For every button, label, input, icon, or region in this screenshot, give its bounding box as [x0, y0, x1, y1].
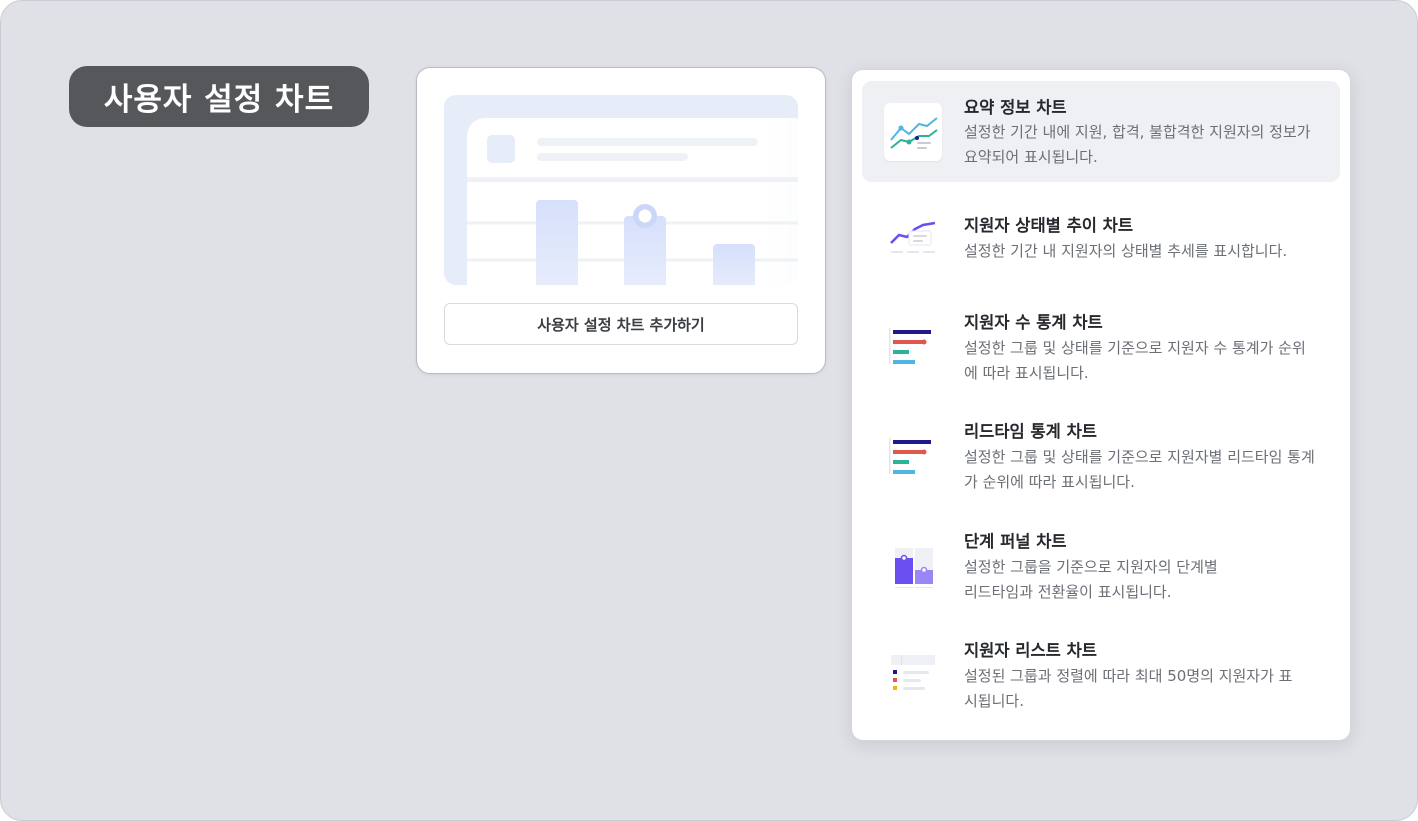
menu-item-applicant-count-chart[interactable]: 지원자 수 통계 차트 설정한 그룹 및 상태를 기준으로 지원자 수 통계가 …	[862, 297, 1340, 392]
summary-line-chart-icon	[884, 103, 942, 161]
menu-item-title: 지원자 수 통계 차트	[964, 313, 1103, 332]
menu-item-title: 리드타임 통계 차트	[964, 422, 1097, 441]
trend-line-chart-icon	[884, 208, 942, 266]
menu-item-description-line: 리드타임과 전환율이 표시됩니다.	[964, 583, 1172, 601]
menu-item-title: 지원자 상태별 추이 차트	[964, 216, 1134, 235]
horizontal-bar-chart-icon	[884, 427, 942, 485]
menu-item-description: 설정한 기간 내 지원자의 상태별 추세를 표시합니다.	[964, 242, 1288, 260]
chart-preview-card: 사용자 설정 차트 추가하기	[416, 67, 826, 374]
funnel-chart-icon	[884, 537, 942, 595]
menu-item-leadtime-chart[interactable]: 리드타임 통계 차트 설정한 그룹 및 상태를 기준으로 지원자별 리드타임 통…	[862, 407, 1340, 502]
menu-item-description-line: 설정한 그룹을 기준으로 지원자의 단계별	[964, 558, 1218, 576]
menu-item-funnel-chart[interactable]: 단계 퍼널 차트 설정한 그룹을 기준으로 지원자의 단계별 리드타임과 전환율…	[862, 517, 1340, 612]
menu-item-title: 지원자 리스트 차트	[964, 641, 1097, 660]
list-table-icon	[884, 646, 942, 704]
chart-type-menu: 요약 정보 차트 설정한 기간 내에 지원, 합격, 불합격한 지원자의 정보가…	[851, 69, 1351, 741]
menu-item-description: 설정한 그룹 및 상태를 기준으로 지원자 수 통계가 순위에 따라 표시됩니다…	[964, 339, 1306, 382]
menu-item-title: 요약 정보 차트	[964, 98, 1067, 117]
page-title: 사용자 설정 차트	[69, 66, 369, 127]
chart-preview-illustration	[444, 95, 798, 285]
menu-item-description: 설정한 그룹 및 상태를 기준으로 지원자별 리드타임 통계가 순위에 따라 표…	[964, 448, 1315, 491]
menu-item-description: 설정된 그룹과 정렬에 따라 최대 50명의 지원자가 표시됩니다.	[964, 667, 1293, 710]
menu-item-description: 설정한 기간 내에 지원, 합격, 불합격한 지원자의 정보가 요약되어 표시됩…	[964, 123, 1311, 166]
menu-item-summary-chart[interactable]: 요약 정보 차트 설정한 기간 내에 지원, 합격, 불합격한 지원자의 정보가…	[862, 81, 1340, 182]
menu-item-description: 설정한 그룹을 기준으로 지원자의 단계별 리드타임과 전환율이 표시됩니다.	[964, 555, 1319, 605]
menu-item-status-trend-chart[interactable]: 지원자 상태별 추이 차트 설정한 기간 내 지원자의 상태별 추세를 표시합니…	[862, 200, 1340, 275]
canvas-background: 사용자 설정 차트 사용자 설정 차트 추가하기 요약 정보 차트 설정한 기간…	[0, 0, 1418, 821]
horizontal-bar-chart-icon	[884, 317, 942, 375]
add-custom-chart-button[interactable]: 사용자 설정 차트 추가하기	[444, 303, 798, 345]
menu-item-applicant-list-chart[interactable]: 지원자 리스트 차트 설정된 그룹과 정렬에 따라 최대 50명의 지원자가 표…	[862, 626, 1340, 721]
menu-item-title: 단계 퍼널 차트	[964, 532, 1067, 551]
